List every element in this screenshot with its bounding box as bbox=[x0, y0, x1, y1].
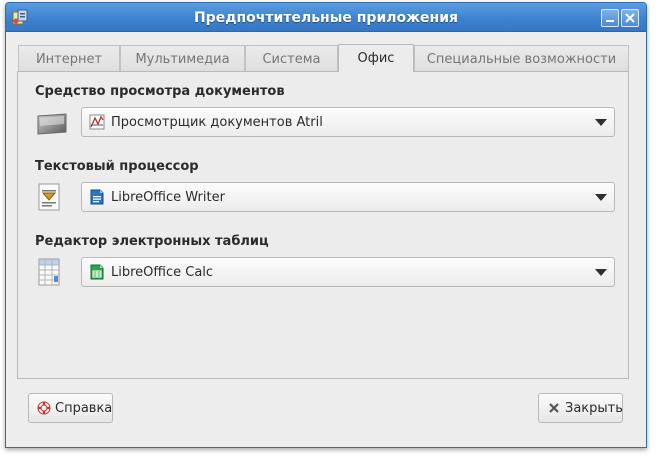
document-viewer-label: Средство просмотра документов bbox=[35, 84, 285, 99]
atril-icon bbox=[89, 114, 105, 130]
window-title: Предпочтительные приложения bbox=[193, 10, 459, 26]
word-processor-icon bbox=[38, 183, 60, 211]
libreoffice-writer-icon bbox=[90, 189, 104, 205]
chevron-down-icon bbox=[595, 269, 607, 276]
document-viewer-combobox[interactable]: Просмотрщик документов Atril bbox=[81, 107, 615, 137]
preferred-applications-window: Предпочтительные приложения Интернет Мул… bbox=[5, 2, 647, 448]
chevron-down-icon bbox=[595, 194, 607, 201]
titlebar[interactable]: Предпочтительные приложения bbox=[6, 3, 646, 32]
minimize-button[interactable] bbox=[601, 9, 619, 27]
document-viewer-icon bbox=[37, 113, 67, 135]
spreadsheet-combobox[interactable]: LibreOffice Calc bbox=[81, 257, 615, 287]
minimize-icon bbox=[606, 20, 614, 22]
chevron-down-icon bbox=[595, 119, 607, 126]
help-button-label: Справка bbox=[55, 401, 113, 416]
libreoffice-calc-icon bbox=[90, 264, 104, 280]
spreadsheet-icon bbox=[38, 258, 60, 286]
close-icon bbox=[625, 13, 635, 23]
word-processor-selected: LibreOffice Writer bbox=[111, 190, 225, 205]
tab-multimedia[interactable]: Мультимедиа bbox=[120, 45, 245, 71]
document-viewer-selected: Просмотрщик документов Atril bbox=[111, 115, 323, 130]
tab-system[interactable]: Система bbox=[245, 45, 338, 71]
tab-bar: Интернет Мультимедиа Система Офис Специа… bbox=[18, 44, 630, 72]
spreadsheet-selected: LibreOffice Calc bbox=[111, 265, 214, 280]
word-processor-label: Текстовый процессор bbox=[35, 159, 199, 174]
word-processor-combobox[interactable]: LibreOffice Writer bbox=[81, 182, 615, 212]
tab-accessibility[interactable]: Специальные возможности bbox=[414, 45, 629, 71]
close-window-button[interactable] bbox=[621, 9, 639, 27]
help-lifebuoy-icon bbox=[37, 401, 51, 415]
spreadsheet-label: Редактор электронных таблиц bbox=[35, 234, 269, 249]
help-button[interactable]: Справка bbox=[28, 393, 113, 423]
close-button[interactable]: Закрыть bbox=[538, 393, 623, 423]
close-x-icon bbox=[549, 403, 559, 413]
close-button-label: Закрыть bbox=[565, 401, 623, 416]
tab-internet[interactable]: Интернет bbox=[18, 45, 120, 71]
tab-office[interactable]: Офис bbox=[338, 44, 414, 72]
